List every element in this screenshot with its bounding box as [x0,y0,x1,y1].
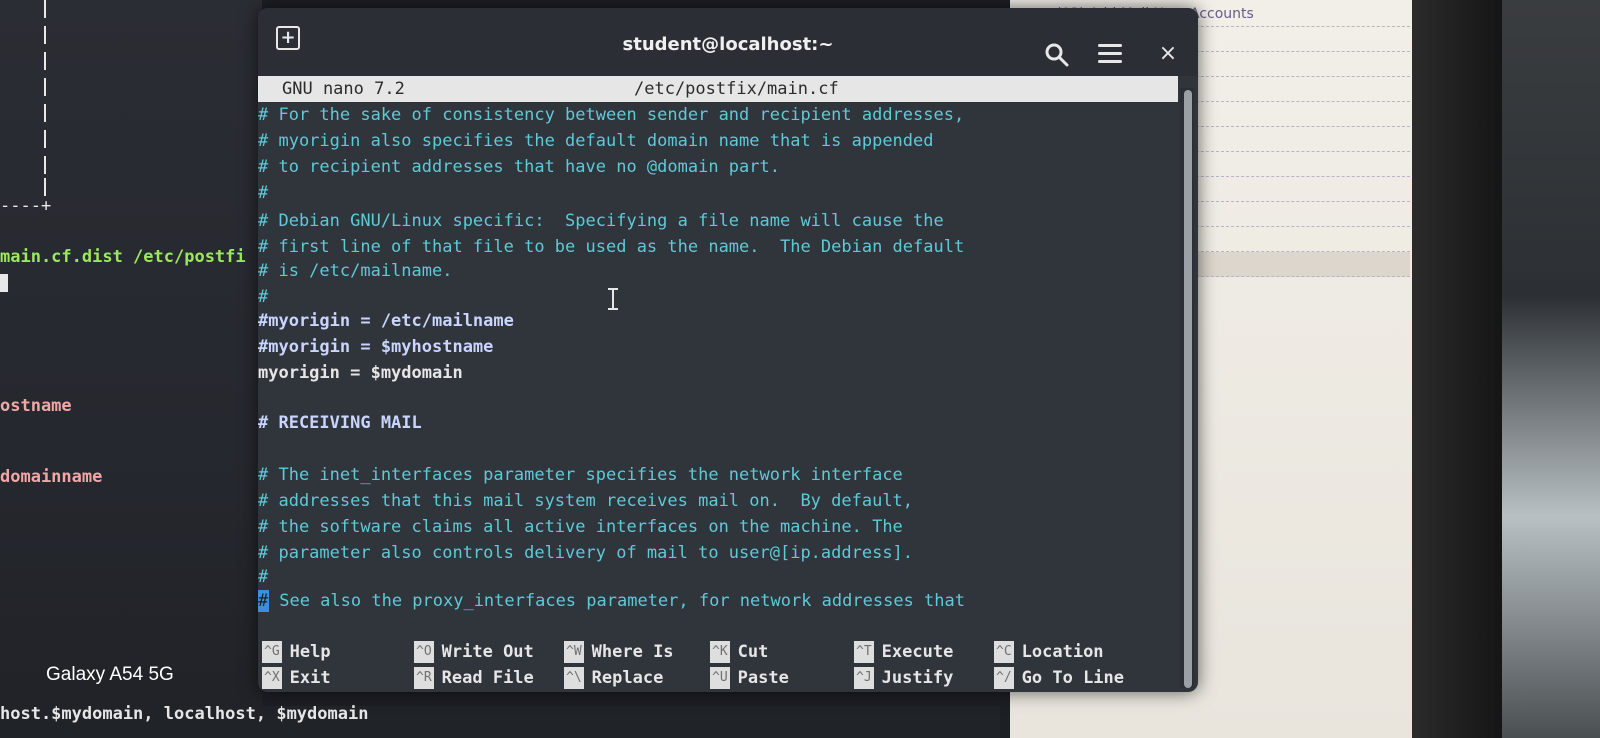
editor-line: # is /etc/mailname. [258,261,453,281]
shortcut-key: ^G [262,641,282,663]
editor-line: # Debian GNU/Linux specific: Specifying … [258,211,944,231]
close-icon[interactable]: × [1156,42,1180,66]
table-border [44,156,46,174]
bg-terminal-line: main.cf.dist /etc/postfi [0,247,246,267]
bg-terminal-cursor [0,274,8,292]
nano-filename: /etc/postfix/main.cf [634,79,839,99]
shortcut-label: Write Out [441,642,534,662]
shortcut-go-to-line[interactable]: ^/ Go To Line [994,666,1124,690]
shortcut-help[interactable]: ^G Help [262,640,331,664]
shortcut-key: ^C [994,641,1014,663]
editor-line: # myorigin also specifies the default do… [258,131,934,151]
table-border [44,26,46,44]
editor-line: # addresses that this mail system receiv… [258,491,914,511]
shortcut-key: ^R [414,667,434,689]
text-cursor: # [258,590,269,612]
shortcut-key: ^\ [564,667,584,689]
shortcut-cut[interactable]: ^K Cut [710,640,768,664]
terminal-window[interactable]: + student@localhost:~ × GNU nano 7.2 /et… [258,8,1198,692]
mouse-ibeam-icon [608,288,618,310]
table-border [44,178,46,196]
shortcut-key: ^K [710,641,730,663]
editor-line: # RECEIVING MAIL [258,413,422,433]
shortcut-where-is[interactable]: ^W Where Is [564,640,674,664]
table-border [44,78,46,96]
editor-line: #myorigin = $myhostname [258,337,494,357]
shortcut-label: Justify [881,668,954,688]
shortcut-label: Replace [591,668,664,688]
desk-background [1502,0,1600,738]
bg-terminal-line: host.$mydomain, localhost, $mydomain [0,704,369,724]
shortcut-justify[interactable]: ^J Justify [854,666,953,690]
background-terminal: ----+ main.cf.dist /etc/postfi ostname d… [0,0,262,738]
editor-line: # For the sake of consistency between se… [258,105,965,125]
shortcut-read-file[interactable]: ^R Read File [414,666,534,690]
shortcut-label: Location [1021,642,1104,662]
shortcut-label: Read File [441,668,534,688]
editor-line: # first line of that file to be used as … [258,237,965,257]
shortcut-label: Paste [737,668,789,688]
editor-line: # the software claims all active interfa… [258,517,903,537]
shortcut-label: Where Is [591,642,674,662]
editor-line: # [258,183,269,203]
hamburger-menu-icon[interactable] [1098,44,1122,66]
shortcut-label: Help [289,642,331,662]
shortcut-execute[interactable]: ^T Execute [854,640,953,664]
nano-title-bar: GNU nano 7.2 /etc/postfix/main.cf [258,76,1178,102]
scrollbar-thumb[interactable] [1184,90,1192,688]
nano-shortcut-bar: ^G Help ^O Write Out ^W Where Is ^K Cut ^T Ex… [258,638,1178,692]
shortcut-exit[interactable]: ^X Exit [262,666,331,690]
bg-terminal-line: ----+ [0,196,52,216]
shortcut-replace[interactable]: ^\ Replace [564,666,663,690]
editor-line: # [258,567,269,587]
shortcut-key: ^O [414,641,434,663]
table-border [44,0,46,18]
camera-watermark: Galaxy A54 5G [46,664,174,685]
editor-line: # [258,287,269,307]
shortcut-label: Go To Line [1021,668,1125,688]
shortcut-label: Execute [881,642,954,662]
shortcut-key: ^/ [994,667,1014,689]
editor-line: # to recipient addresses that have no @d… [258,157,780,177]
table-border [44,52,46,70]
editor-line: # parameter also controls delivery of ma… [258,543,914,563]
editor-line-text: See also the proxy_interfaces parameter,… [269,591,965,611]
search-icon[interactable] [1044,42,1070,68]
table-border [44,104,46,122]
shortcut-label: Cut [737,642,769,662]
bg-terminal-line: ostname [0,396,72,416]
shortcut-location[interactable]: ^C Location [994,640,1104,664]
editor-text-area[interactable]: # For the sake of consistency between se… [258,102,1178,642]
editor-line: # The inet_interfaces parameter specifie… [258,465,903,485]
shortcut-key: ^X [262,667,282,689]
title-bar[interactable]: + student@localhost:~ × [258,8,1198,76]
shortcut-key: ^T [854,641,874,663]
shortcut-write-out[interactable]: ^O Write Out [414,640,534,664]
shortcut-key: ^U [710,667,730,689]
background-terminal-bottom: host.$mydomain, localhost, $mydomain [0,706,1000,738]
nano-version: GNU nano 7.2 [282,79,405,99]
editor-line: # See also the proxy_interfaces paramete… [258,590,965,612]
monitor-bezel [1412,0,1502,738]
editor-line: #myorigin = /etc/mailname [258,311,514,331]
shortcut-paste[interactable]: ^U Paste [710,666,789,690]
bg-terminal-line: domainname [0,467,103,487]
table-border [44,130,46,148]
shortcut-key: ^J [854,667,874,689]
shortcut-key: ^W [564,641,584,663]
editor-line: myorigin = $mydomain [258,363,463,383]
shortcut-label: Exit [289,668,331,688]
